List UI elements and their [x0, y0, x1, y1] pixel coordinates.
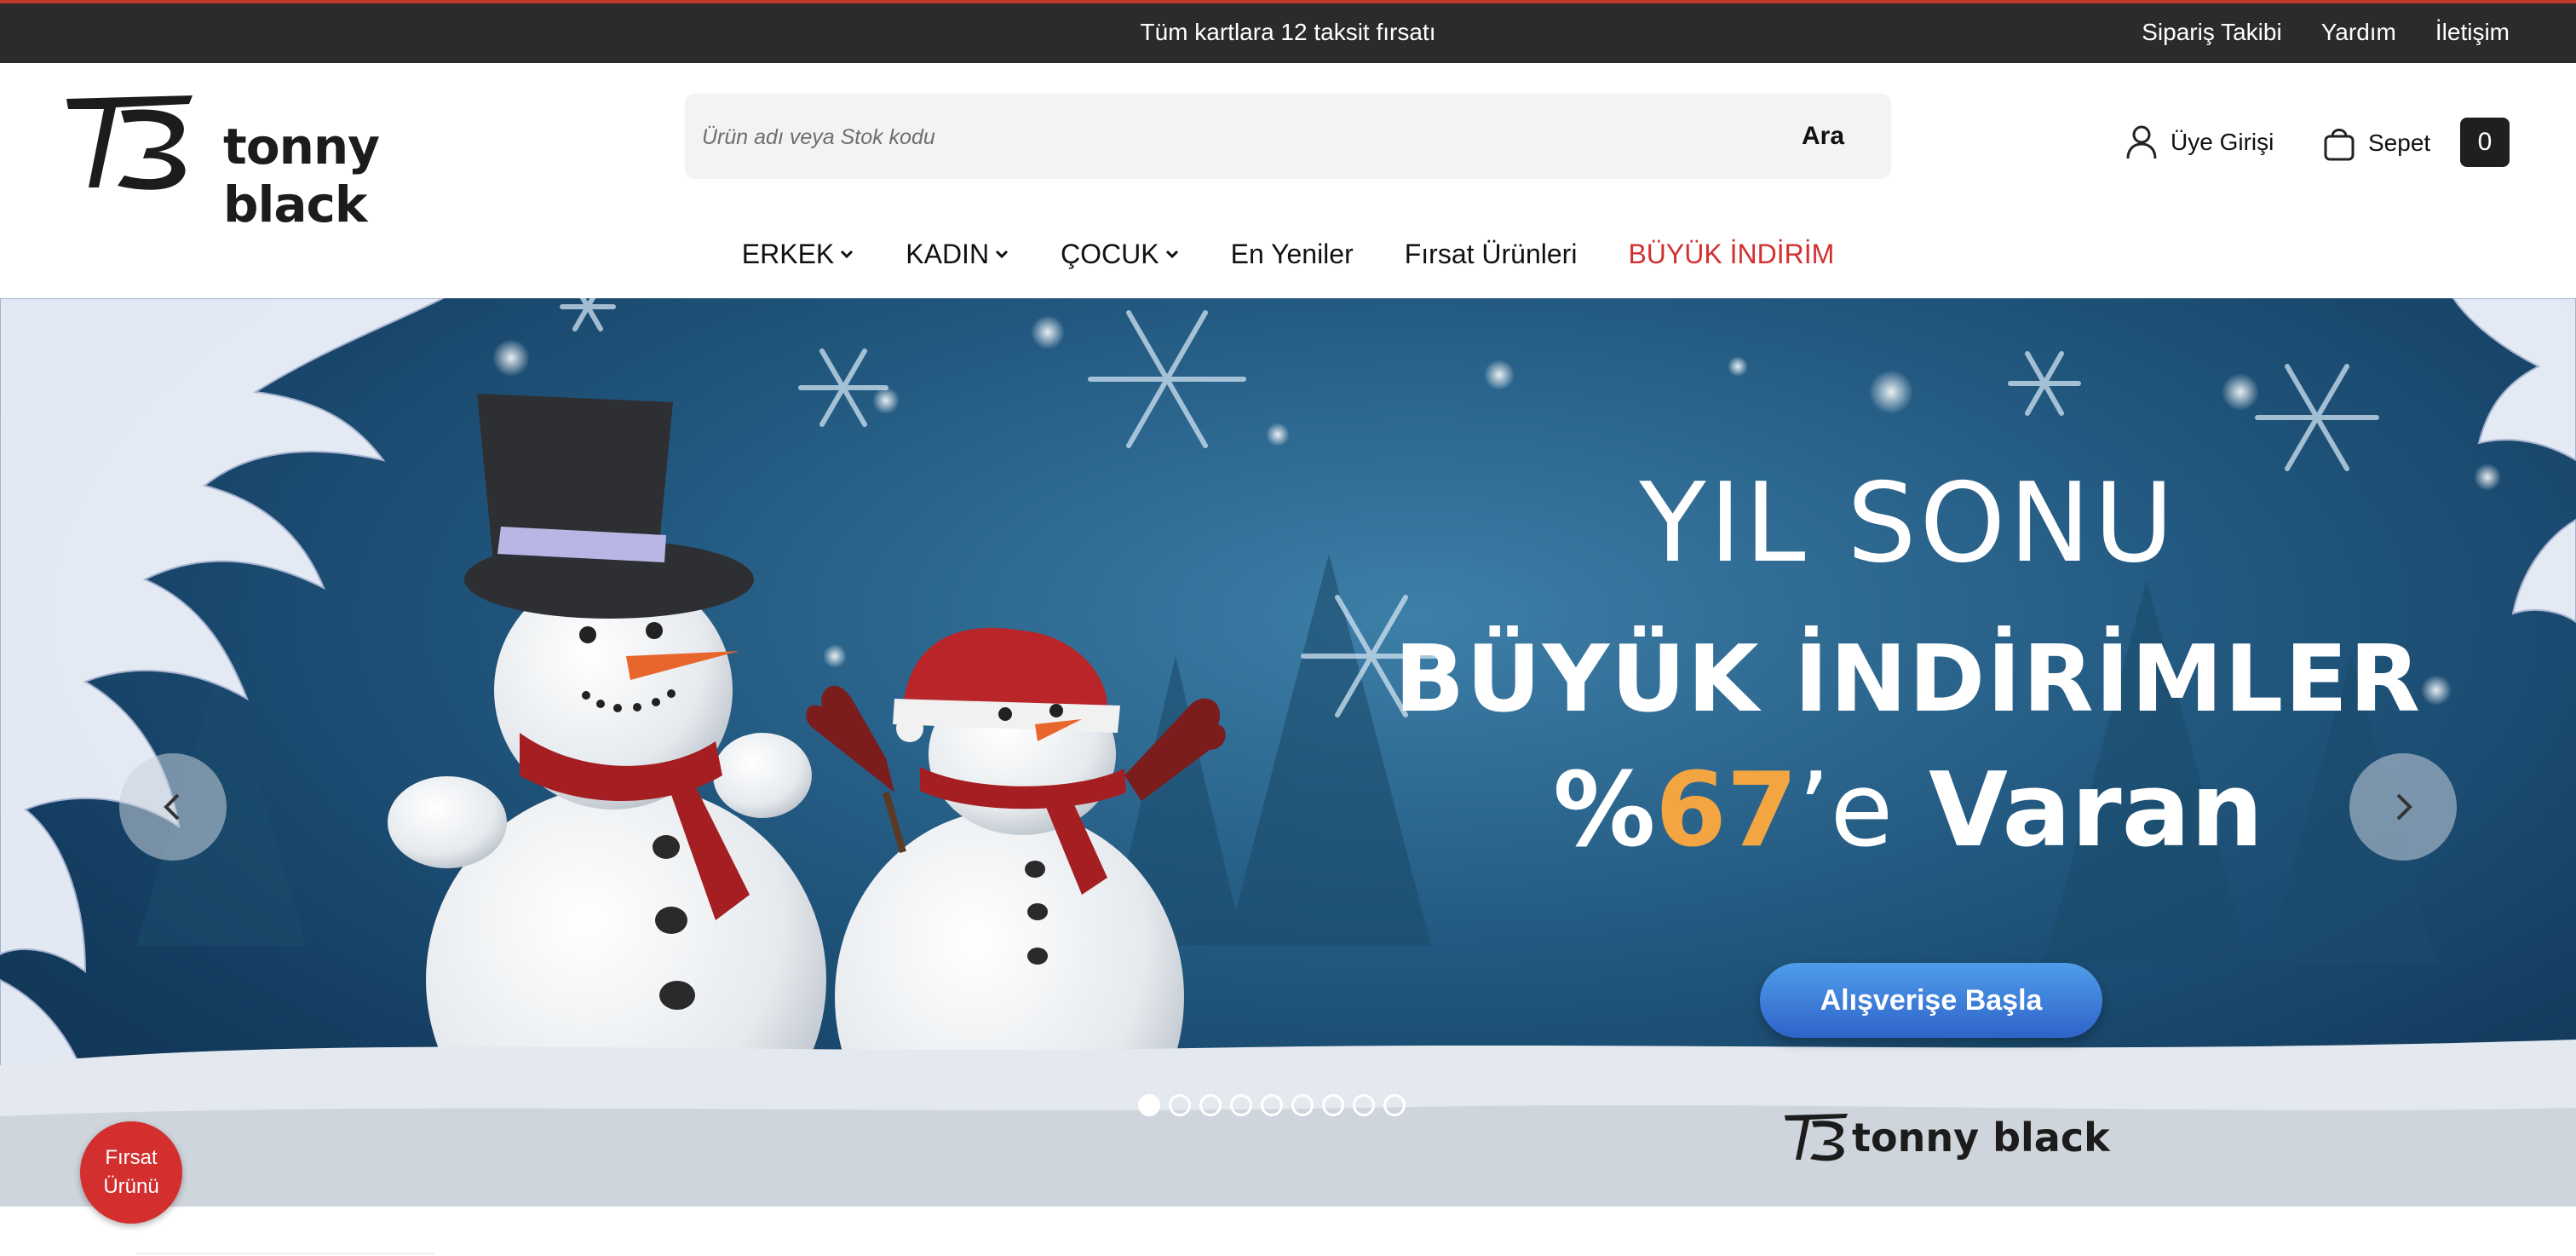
start-shopping-button[interactable]: Alışverişe Başla	[1760, 963, 2102, 1038]
nav-label: ERKEK	[741, 238, 835, 269]
nav-label: BÜYÜK İNDİRİM	[1628, 238, 1835, 269]
nav-label: En Yeniler	[1230, 238, 1354, 269]
carousel-next-button[interactable]	[2349, 753, 2457, 861]
carousel-dot[interactable]	[1291, 1094, 1314, 1116]
top-links: Sipariş Takibi Yardım İletişim	[2142, 19, 2510, 46]
chevron-right-icon	[2396, 793, 2412, 821]
nav-label: Fırsat Ürünleri	[1404, 238, 1578, 269]
order-tracking-link[interactable]: Sipariş Takibi	[2142, 19, 2281, 46]
divider	[136, 1253, 434, 1254]
carousel-dot[interactable]	[1353, 1094, 1375, 1116]
top-bar: Tüm kartlara 12 taksit fırsatı Sipariş T…	[0, 0, 2576, 63]
chevron-down-icon	[995, 250, 1009, 259]
nav-item-deals[interactable]: Fırsat Ürünleri	[1379, 230, 1603, 278]
hero-headline-year-end: YIL SONU	[1639, 460, 2177, 587]
discount-number: 67	[1655, 752, 1798, 870]
search-bar: Ara	[685, 94, 1891, 179]
badge-line-2: Ürünü	[103, 1175, 159, 1198]
login-label: Üye Girişi	[2171, 129, 2274, 155]
carousel-dot[interactable]	[1322, 1094, 1344, 1116]
contact-link[interactable]: İletişim	[2435, 19, 2510, 46]
search-button[interactable]: Ara	[1772, 109, 1874, 164]
carousel-dots	[1138, 1094, 1406, 1116]
nav-item-new-arrivals[interactable]: En Yeniler	[1205, 230, 1379, 278]
hero-brand-logo-icon	[1785, 1114, 1848, 1161]
cart-link[interactable]: Sepet	[2322, 124, 2430, 162]
help-link[interactable]: Yardım	[2321, 19, 2396, 46]
user-icon	[2126, 125, 2157, 159]
discount-word: Varan	[1929, 752, 2263, 870]
carousel-prev-button[interactable]	[119, 753, 227, 861]
discount-percent-sign: %	[1553, 752, 1656, 870]
nav-item-cocuk[interactable]: ÇOCUK	[1035, 230, 1205, 278]
hero-headline-discount: %67’e Varan	[1346, 752, 2470, 870]
brand-logo[interactable]: tonny black	[65, 92, 482, 233]
login-link[interactable]: Üye Girişi	[2125, 124, 2274, 160]
discount-suffix: ’e	[1797, 752, 1894, 870]
carousel-dot[interactable]	[1230, 1094, 1252, 1116]
search-input[interactable]	[700, 111, 1726, 164]
deal-product-badge[interactable]: Fırsat Ürünü	[80, 1121, 182, 1224]
hero-brand-name: tonny black	[1852, 1115, 2110, 1161]
main-nav: ERKEK KADIN ÇOCUK En Yeniler Fırsat Ürün…	[0, 230, 2576, 278]
carousel-dot[interactable]	[1199, 1094, 1222, 1116]
carousel-dot[interactable]	[1169, 1094, 1191, 1116]
cart-label: Sepet	[2368, 130, 2431, 156]
brand-name: tonny black	[223, 118, 380, 233]
nav-label: ÇOCUK	[1061, 238, 1159, 269]
shopping-bag-icon	[2324, 129, 2355, 161]
badge-line-1: Fırsat	[105, 1146, 158, 1169]
cart-count-badge[interactable]: 0	[2460, 118, 2510, 167]
chevron-left-icon	[164, 793, 180, 821]
header: tonny black Ara Üye Girişi Sepet 0 ERKEK…	[0, 63, 2576, 298]
carousel-dot[interactable]	[1261, 1094, 1283, 1116]
carousel-dot[interactable]	[1383, 1094, 1406, 1116]
nav-item-big-sale[interactable]: BÜYÜK İNDİRİM	[1602, 230, 1860, 278]
nav-item-kadin[interactable]: KADIN	[880, 230, 1035, 278]
hero-banner[interactable]: YIL SONU BÜYÜK İNDİRİMLER %67’e Varan Al…	[0, 298, 2576, 1207]
carousel-dot[interactable]	[1138, 1094, 1160, 1116]
chevron-down-icon	[841, 250, 854, 259]
hero-headline-big-sale: BÜYÜK İNDİRİMLER	[1394, 626, 2423, 733]
chevron-down-icon	[1165, 250, 1178, 259]
nav-item-erkek[interactable]: ERKEK	[716, 230, 880, 278]
brand-logo-mark-icon	[66, 95, 193, 190]
nav-label: KADIN	[906, 238, 990, 269]
